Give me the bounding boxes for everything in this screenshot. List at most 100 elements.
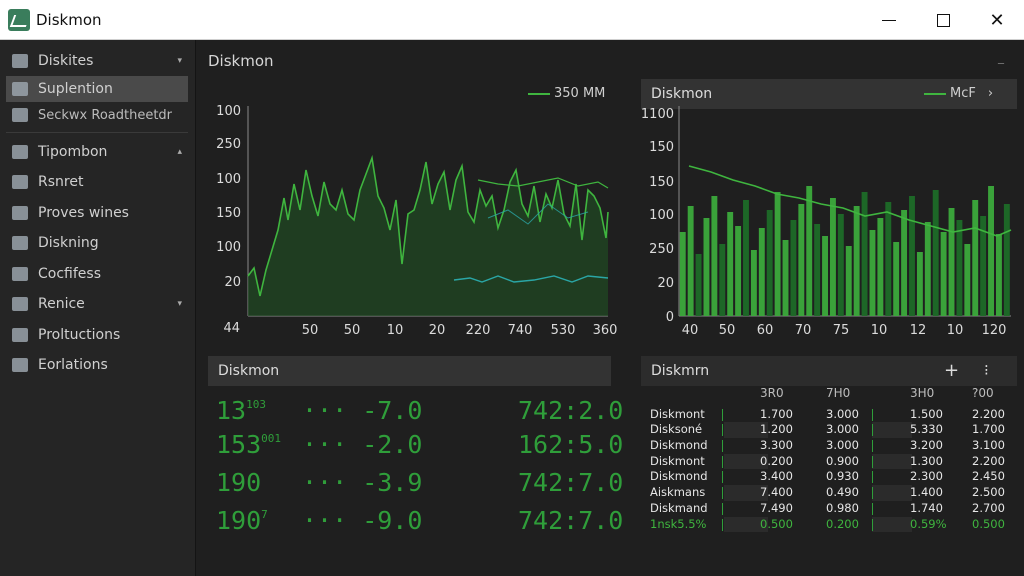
io-bar — [735, 226, 742, 316]
io-bar — [885, 202, 892, 316]
io-bar — [774, 192, 781, 316]
table-row[interactable]: Diskmand 7.490 0.980 1.740 2.700 — [640, 501, 1010, 517]
close-icon: ✕ — [989, 9, 1005, 31]
io-bar — [924, 222, 931, 316]
sidebar-item-label: Diskites — [38, 53, 94, 69]
sidebar-item-proves-wines[interactable]: Proves wines — [6, 200, 188, 226]
sidebar-item-rsnret[interactable]: Rsnret — [6, 169, 188, 195]
sidebar-item-label: Seckwx Roadtheetdr — [38, 107, 173, 123]
metric-rate: 162:5.0 — [518, 430, 624, 459]
y-tick-label: 100 — [216, 240, 241, 255]
row-stripe — [872, 485, 912, 501]
table-cell: 1.300 — [910, 453, 943, 468]
page-title: Diskmon — [208, 52, 274, 70]
table-cell: Aiskmans — [650, 485, 706, 500]
sidebar-item-diskning[interactable]: Diskning — [6, 230, 188, 256]
app-logo-icon — [8, 9, 30, 31]
table-cell: 1nsk5.5% — [650, 516, 707, 531]
y-tick-label: 20 — [224, 275, 241, 290]
grid-icon — [12, 175, 28, 189]
row-marker — [872, 518, 873, 531]
minimize-button[interactable] — [866, 0, 912, 40]
io-bar — [1003, 204, 1010, 316]
table-cell: 3.300 — [760, 438, 793, 453]
title-bar: Diskmon ✕ — [0, 0, 1024, 40]
sidebar-item-diskites[interactable]: Diskites ▾ — [6, 48, 188, 74]
table-row[interactable]: Diskmond 3.300 3.000 3.200 3.100 — [640, 438, 1010, 454]
x-tick-label: 12 — [910, 323, 927, 338]
more-options-icon[interactable]: ⁝ — [984, 361, 989, 379]
legend-swatch — [924, 92, 946, 95]
table-cell: Diskmond — [650, 469, 708, 484]
sidebar-item-label: Diskning — [38, 235, 99, 251]
table-cell: 2.450 — [972, 469, 1005, 484]
table-row[interactable]: Aiskmans 7.400 0.490 1.400 2.500 — [640, 485, 1010, 501]
x-tick-label: 10 — [387, 323, 404, 338]
add-button[interactable]: + — [944, 360, 959, 381]
sidebar-item-proltuctions[interactable]: Proltuctions — [6, 322, 188, 348]
legend-label: 350 MM — [554, 86, 606, 101]
minimize-icon — [882, 19, 896, 21]
table-cell: 2.700 — [972, 500, 1005, 515]
sidebar-item-cocfifess[interactable]: Cocfifess — [6, 261, 188, 287]
table-cell: 0.500 — [760, 516, 793, 531]
chevron-right-icon[interactable]: › — [988, 86, 993, 101]
io-bar-chart: 1100 150 150 100 250 20 0 40 50 60 70 75 10 12 10 120 — [641, 106, 1012, 338]
io-bar — [932, 190, 939, 316]
table-cell: 1.400 — [910, 485, 943, 500]
sidebar-divider — [6, 132, 188, 133]
sidebar-item-eorlations[interactable]: Eorlations — [6, 352, 188, 378]
table-row[interactable]: Diskmont 1.700 3.000 1.500 2.200 — [640, 407, 1010, 423]
y-tick-label: 150 — [649, 175, 674, 190]
y-tick-label: 0 — [666, 310, 674, 325]
table-cell: 3.100 — [972, 438, 1005, 453]
tree-icon — [12, 206, 28, 220]
sidebar-item-suplention[interactable]: Suplention — [6, 76, 188, 102]
sidebar-item-seckwx[interactable]: Seckwx Roadtheetdr — [6, 102, 188, 128]
row-marker — [722, 455, 723, 468]
close-button[interactable]: ✕ — [974, 0, 1020, 40]
y-tick-label: 250 — [216, 137, 241, 152]
io-bar — [758, 228, 765, 316]
chevron-up-icon[interactable]: ▴ — [177, 147, 182, 157]
io-bar — [956, 220, 963, 316]
chevron-down-icon[interactable]: ▾ — [177, 56, 182, 66]
table-row[interactable]: Disksoné 1.200 3.000 5.330 1.700 — [640, 422, 1010, 439]
io-bar — [916, 252, 923, 316]
sidebar-item-label: Proltuctions — [38, 327, 121, 343]
io-bar — [798, 204, 805, 316]
table-cell: Diskmond — [650, 438, 708, 453]
table-cell: 0.200 — [826, 516, 859, 531]
table-row[interactable]: Diskmont 0.200 0.900 1.300 2.200 — [640, 453, 1010, 470]
table-cell: 0.930 — [826, 469, 859, 484]
io-bar — [837, 214, 844, 316]
table-cell: 2.500 — [972, 485, 1005, 500]
sidebar-item-label: Eorlations — [38, 357, 108, 373]
chevron-down-icon[interactable]: ▾ — [177, 299, 182, 309]
app-window: Diskmon ✕ Diskites ▾ Suplention Seckwx R… — [0, 0, 1024, 576]
metric-value: 153001 — [216, 430, 281, 459]
table-row[interactable]: 1nsk5.5% 0.500 0.200 0.59% 0.500 — [640, 516, 1010, 533]
metric-delta: ··· -2.0 — [302, 430, 423, 459]
metric-value: 1907 — [216, 506, 268, 535]
folder-icon — [12, 267, 28, 281]
y-tick-label: 100 — [216, 172, 241, 187]
table-cell: 3.400 — [760, 469, 793, 484]
x-tick-label: 50 — [302, 323, 319, 338]
table-cell: 2.200 — [972, 406, 1005, 421]
table-cell: 0.980 — [826, 500, 859, 515]
metric-rate: 742:7.0 — [518, 506, 624, 535]
sidebar-item-tipombon[interactable]: Tipombon ▴ — [6, 139, 188, 165]
io-bar — [782, 240, 789, 316]
x-tick-label: 70 — [795, 323, 812, 338]
sidebar-item-label: Renice — [38, 296, 85, 312]
io-bar — [845, 246, 852, 316]
maximize-button[interactable] — [920, 0, 966, 40]
monitor-icon — [12, 108, 28, 122]
sidebar-item-renice[interactable]: Renice ▾ — [6, 291, 188, 317]
table-cell: Diskmand — [650, 500, 708, 515]
table-row[interactable]: Diskmond 3.400 0.930 2.300 2.450 — [640, 469, 1010, 485]
row-marker — [872, 408, 873, 421]
panel-minimize-icon[interactable]: _ — [998, 50, 1004, 64]
row-stripe — [872, 453, 912, 470]
